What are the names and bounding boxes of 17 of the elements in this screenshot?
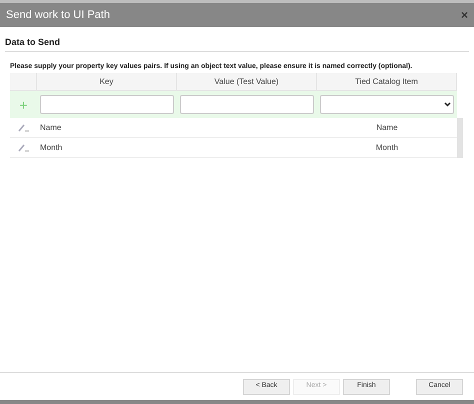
- window-title: Send work to UI Path: [6, 8, 110, 23]
- column-header: Key: [37, 73, 177, 90]
- table-cell: Month: [40, 142, 62, 152]
- column-header: Value (Test Value): [177, 73, 317, 90]
- scrollbar[interactable]: [457, 118, 463, 158]
- pencil-icon: [18, 124, 30, 132]
- value-input-field[interactable]: [180, 95, 314, 114]
- catalog-select-field[interactable]: [320, 95, 454, 114]
- key-input-field[interactable]: [40, 95, 174, 114]
- chevron-down-icon: [444, 102, 451, 107]
- table-cell: Month: [376, 142, 398, 152]
- pencil-icon: [18, 144, 30, 152]
- close-button[interactable]: ×: [460, 9, 468, 21]
- column-header: Tied Catalog Item: [317, 73, 457, 90]
- table-cell: Name: [376, 122, 398, 132]
- table-cell: Name: [40, 122, 62, 132]
- section-title: Data to Send: [5, 36, 62, 49]
